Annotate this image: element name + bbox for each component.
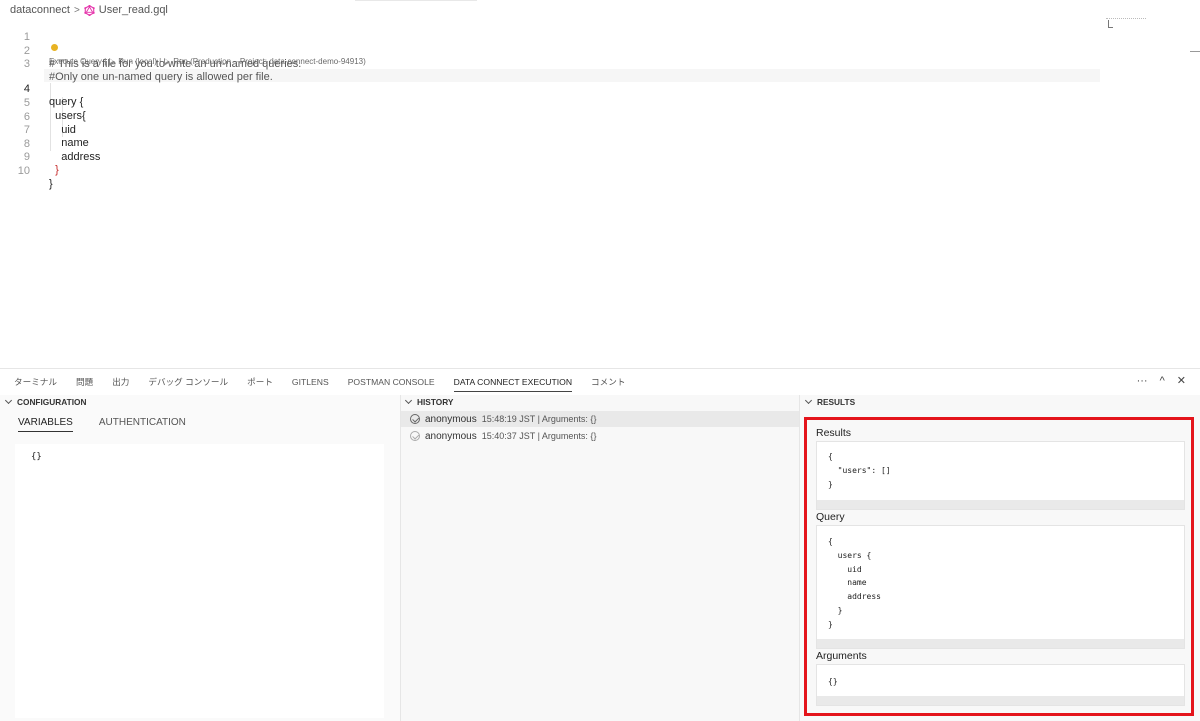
tab-output[interactable]: 出力	[112, 372, 129, 392]
results-header[interactable]: RESULTS	[804, 395, 856, 409]
chevron-down-icon	[804, 396, 813, 405]
tab-data-connect-execution[interactable]: DATA CONNECT EXECUTION	[453, 373, 573, 392]
tab-debug-console[interactable]: デバッグ コンソール	[148, 372, 228, 392]
code-line[interactable]: 9 }	[0, 137, 1100, 177]
code-line[interactable]: 1	[0, 17, 1100, 43]
code-line[interactable]: 5 users{	[0, 83, 1100, 123]
tab-comments[interactable]: コメント	[591, 372, 625, 392]
configuration-tabs: VARIABLES AUTHENTICATION	[18, 417, 186, 432]
tab-authentication[interactable]: AUTHENTICATION	[99, 417, 186, 432]
code-text: }	[49, 178, 53, 191]
top-divider	[355, 0, 477, 1]
check-circle-icon	[410, 431, 420, 441]
line-number: 10	[17, 164, 30, 177]
code-line[interactable]: 3 #Only one un-named query is allowed pe…	[0, 44, 1100, 84]
code-line[interactable]: 8 address	[0, 124, 1100, 164]
chevron-right-icon: >	[73, 4, 80, 16]
code-text: }	[49, 164, 59, 177]
tab-ports[interactable]: ポート	[247, 372, 273, 392]
configuration-header[interactable]: CONFIGURATION	[4, 395, 87, 409]
close-panel-icon[interactable]: ✕	[1177, 375, 1186, 387]
variables-editor[interactable]: {}	[15, 444, 384, 718]
variables-value: {}	[31, 452, 42, 462]
code-line[interactable]: 6 uid	[0, 97, 1100, 137]
play-icon	[109, 57, 116, 66]
code-line[interactable]: 10 }	[0, 151, 1100, 191]
history-item[interactable]: anonymous 15:40:37 JST | Arguments: {}	[401, 428, 799, 444]
check-circle-icon	[410, 414, 420, 424]
lightbulb-icon[interactable]	[51, 44, 58, 51]
minimap-cursor	[1108, 20, 1113, 28]
history-meta: 15:48:19 JST | Arguments: {}	[481, 414, 597, 424]
chevron-down-icon	[4, 396, 13, 405]
execute-query-codelens[interactable]: Execute Query |	[49, 57, 106, 66]
panel-tab-bar: ターミナル 問題 出力 デバッグ コンソール ポート GITLENS POSTM…	[0, 369, 1200, 394]
tab-variables[interactable]: VARIABLES	[18, 417, 73, 432]
history-item[interactable]: anonymous 15:48:19 JST | Arguments: {}	[401, 411, 799, 427]
tab-problems[interactable]: 問題	[76, 372, 93, 392]
configuration-title: CONFIGURATION	[17, 397, 87, 407]
codelens: Execute Query | Run (local) | Run (Produ…	[49, 57, 366, 66]
history-meta: 15:40:37 JST | Arguments: {}	[481, 431, 597, 441]
more-actions-icon[interactable]: ···	[1137, 375, 1148, 387]
run-production-codelens[interactable]: Run (Production – Project: data-connect-…	[173, 57, 366, 66]
highlight-frame	[804, 417, 1194, 716]
panel-actions: ··· ^ ✕	[1137, 375, 1186, 387]
play-icon	[164, 57, 171, 66]
history-header[interactable]: HISTORY	[404, 395, 454, 409]
graphql-icon	[84, 4, 95, 16]
maximize-panel-icon[interactable]: ^	[1160, 375, 1165, 387]
code-line[interactable]: 7 name	[0, 110, 1100, 150]
history-user: anonymous	[425, 430, 477, 442]
tab-terminal[interactable]: ターミナル	[14, 372, 57, 392]
history-title: HISTORY	[417, 397, 454, 407]
pane-divider[interactable]	[799, 395, 800, 721]
breadcrumb-file[interactable]: User_read.gql	[99, 4, 168, 16]
results-title: RESULTS	[817, 397, 856, 407]
tab-gitlens[interactable]: GITLENS	[292, 373, 329, 391]
overview-ruler-mark	[1190, 51, 1200, 52]
run-local-codelens[interactable]: Run (local) |	[118, 57, 161, 66]
code-line[interactable]: 4 query {	[0, 69, 1100, 109]
tab-postman-console[interactable]: POSTMAN CONSOLE	[348, 373, 435, 391]
code-line[interactable]: 2 # This is a file for you to write an u…	[0, 31, 1100, 71]
breadcrumb: dataconnect > User_read.gql	[10, 3, 168, 17]
chevron-down-icon	[404, 396, 413, 405]
history-user: anonymous	[425, 413, 477, 425]
breadcrumb-folder[interactable]: dataconnect	[10, 4, 70, 16]
